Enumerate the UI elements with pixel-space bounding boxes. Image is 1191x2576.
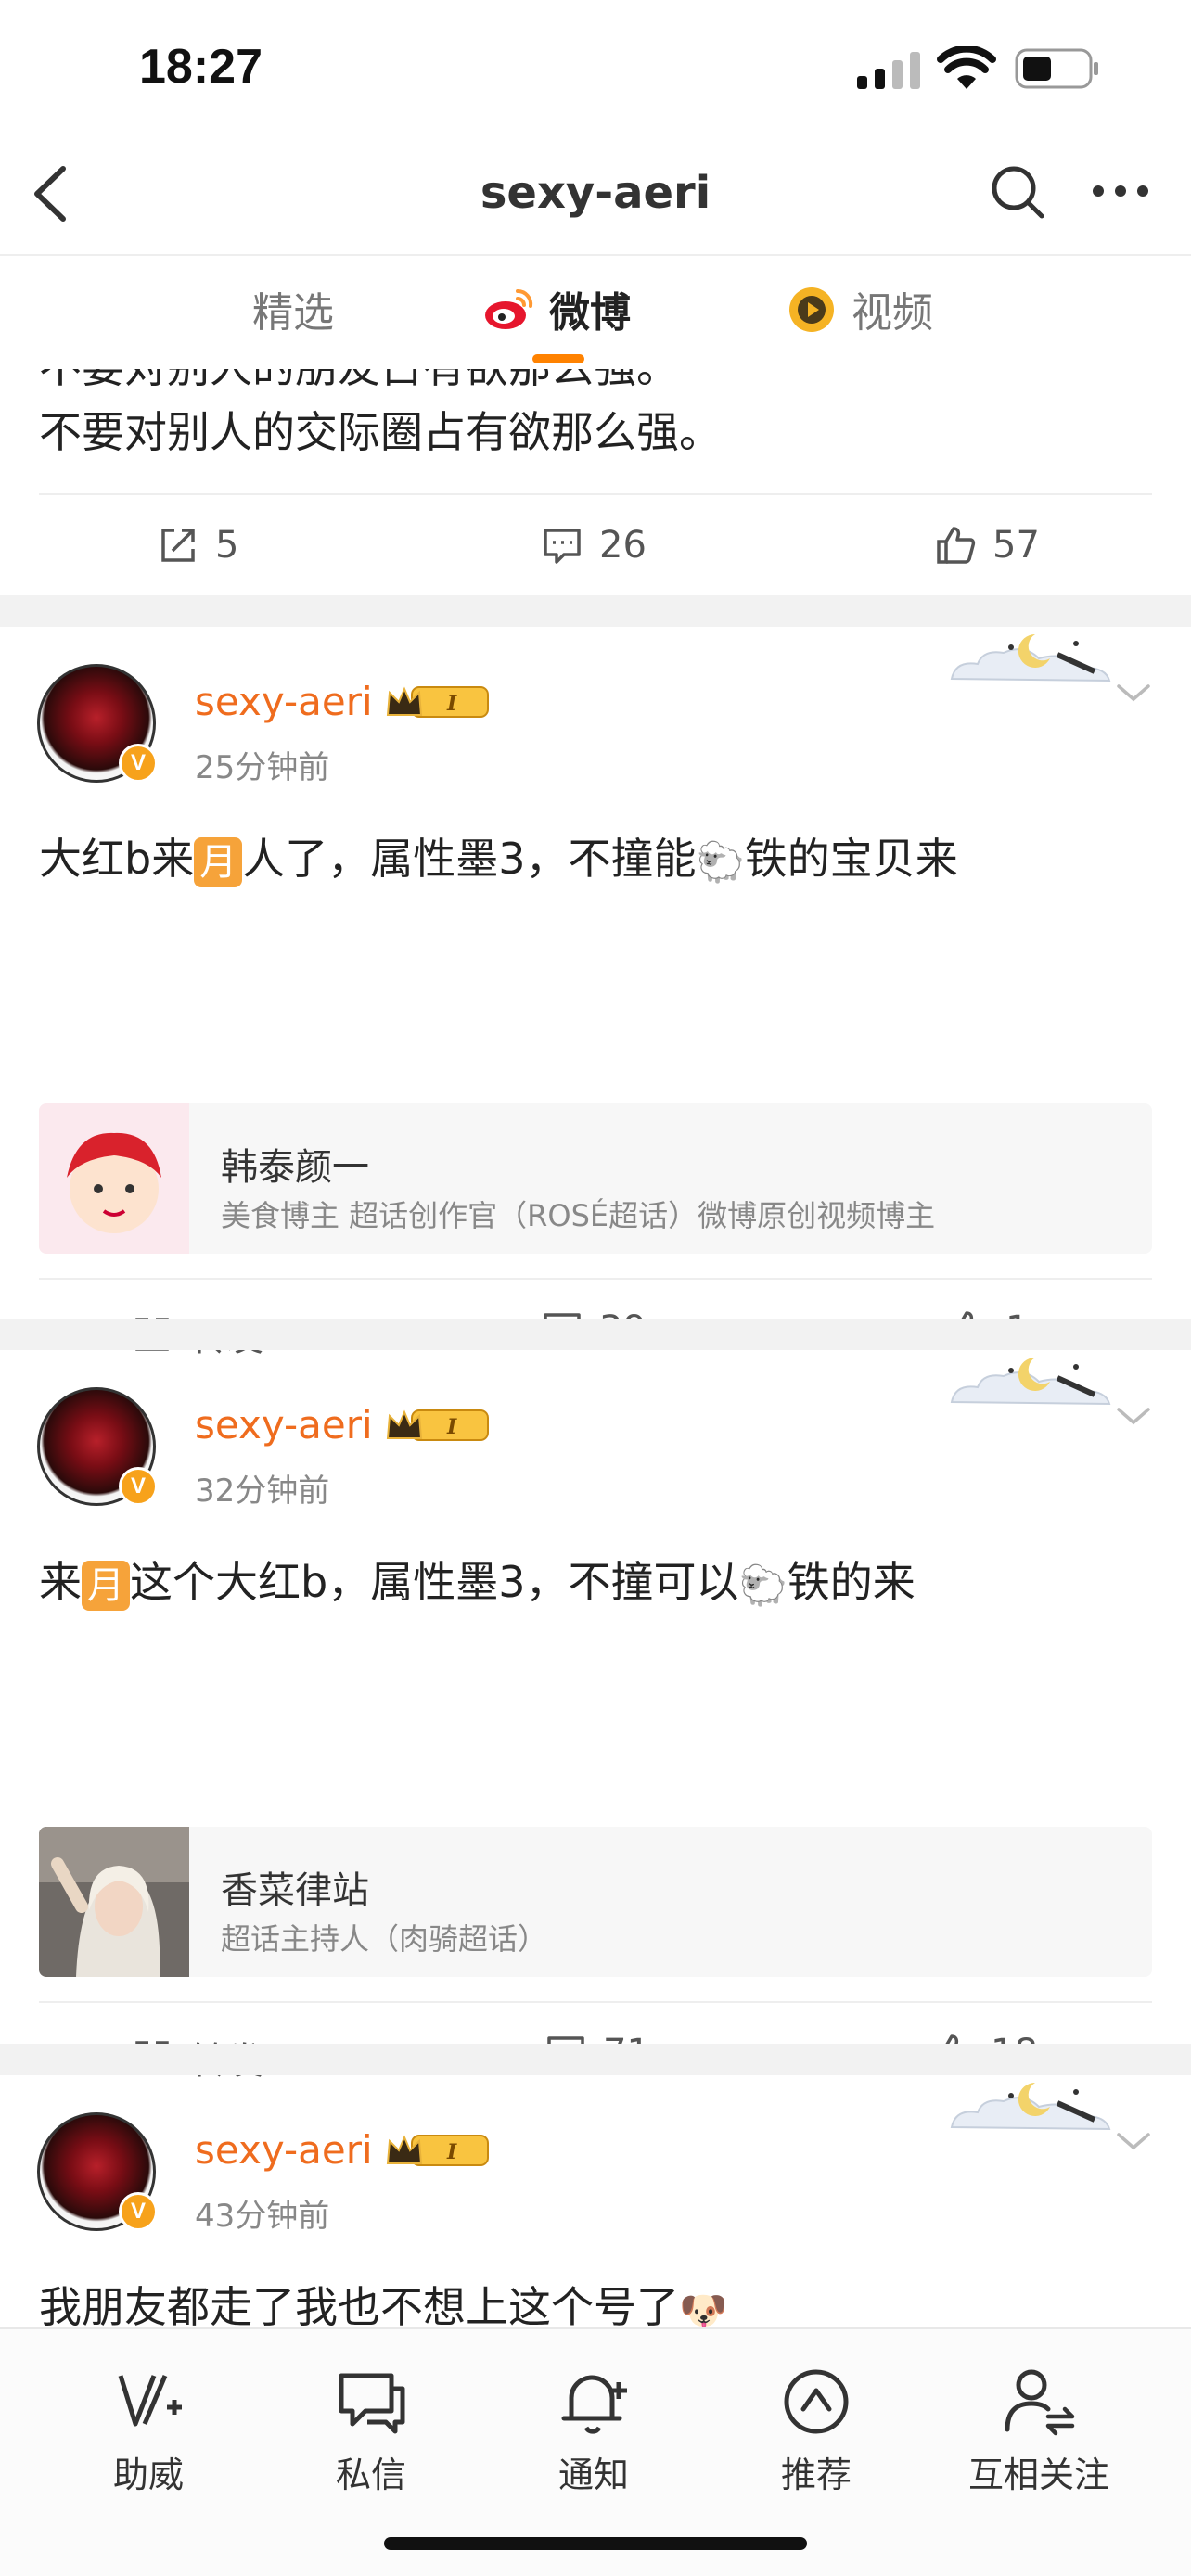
- post-text-cutoff: 不要对别人的朋友占有欲那么强。: [39, 369, 679, 395]
- author-name-row[interactable]: sexy-aeri I: [195, 2127, 492, 2173]
- tagged-user-card[interactable]: 韩泰颜一 美食博主 超话创作官（ROSÉ超话）微博原创视频博主: [39, 1103, 1152, 1254]
- sheep-emoji: 🐑: [696, 838, 745, 885]
- tab-featured[interactable]: 精选: [252, 276, 334, 341]
- moon-emoji: 月: [82, 1560, 130, 1611]
- member-crown-icon: I: [386, 685, 489, 718]
- message-icon: [339, 2373, 405, 2434]
- like-count: 57: [992, 524, 1040, 567]
- status-bar: 18:27: [0, 0, 1191, 139]
- tab-bar: 精选 微博 视频: [0, 254, 1191, 369]
- bottom-label: 通知: [557, 2455, 629, 2495]
- bottom-label: 助威: [112, 2455, 184, 2495]
- post-time: 32分钟前: [195, 1473, 330, 1510]
- video-icon: [789, 287, 834, 332]
- verified-badge: V: [119, 2192, 158, 2231]
- member-crown-icon: I: [386, 1409, 489, 1441]
- like-button[interactable]: 57: [933, 523, 1040, 567]
- member-crown-icon: I: [386, 2134, 489, 2166]
- avatar[interactable]: V: [37, 1387, 160, 1510]
- message-button[interactable]: 私信: [278, 2366, 464, 2497]
- repost-button[interactable]: 5: [156, 523, 238, 567]
- section-divider: [0, 595, 1191, 627]
- svg-text:I: I: [446, 2140, 457, 2164]
- weibo-post[interactable]: V sexy-aeri I 32分钟前 来月这个大红b，属性墨3，不撞可以🐑铁的…: [0, 1350, 1191, 2083]
- battery-icon: [1015, 48, 1098, 89]
- cheer-icon: [118, 2375, 182, 2427]
- notification-button[interactable]: 通知: [501, 2366, 686, 2497]
- post-time: 43分钟前: [195, 2198, 330, 2235]
- wifi-icon: [937, 46, 996, 89]
- verified-badge: V: [119, 744, 158, 783]
- svg-text:I: I: [446, 692, 457, 716]
- comment-icon: [544, 529, 581, 564]
- status-time: 18:27: [139, 40, 263, 94]
- section-divider: [0, 1319, 1191, 1350]
- dog-emoji: 🐶: [679, 2287, 728, 2328]
- post-actions: 5 26 57: [39, 493, 1152, 595]
- tagged-user-name: 香菜律站: [221, 1869, 369, 1912]
- bottom-label: 推荐: [780, 2455, 852, 2495]
- recommend-button[interactable]: 推荐: [724, 2366, 909, 2497]
- tab-video[interactable]: 视频: [785, 276, 933, 341]
- chevron-down-icon[interactable]: [1113, 1402, 1154, 1430]
- tagged-user-avatar: [39, 1827, 189, 1977]
- thumbs-up-icon: [937, 527, 976, 564]
- tagged-user-description: 美食博主 超话创作官（ROSÉ超话）微博原创视频博主: [221, 1198, 936, 1233]
- bottom-label: 互相关注: [967, 2455, 1109, 2495]
- tab-label: 视频: [852, 289, 933, 337]
- bell-icon: [561, 2375, 627, 2434]
- repost-count: 5: [215, 524, 239, 567]
- verified-badge: V: [119, 1467, 158, 1506]
- tagged-user-avatar: [39, 1103, 189, 1254]
- weibo-post[interactable]: V sexy-aeri I 43分钟前 我朋友都走了我也不想上这个号了🐶: [0, 2075, 1191, 2327]
- section-divider: [0, 2044, 1191, 2075]
- tagged-user-name: 韩泰颜一: [221, 1146, 369, 1189]
- author-name: sexy-aeri: [195, 679, 373, 724]
- bottom-label: 私信: [335, 2455, 406, 2495]
- tab-label: 精选: [252, 289, 334, 337]
- tab-weibo[interactable]: 微博: [482, 276, 631, 341]
- moon-emoji: 月: [194, 836, 243, 887]
- feed[interactable]: 不要对别人的朋友占有欲那么强。 不要对别人的交际圈占有欲那么强。 5 26 57…: [0, 369, 1191, 2327]
- search-icon[interactable]: [989, 163, 1046, 221]
- tab-label: 微博: [549, 289, 631, 337]
- author-name-row[interactable]: sexy-aeri I: [195, 679, 492, 724]
- sheep-emoji: 🐑: [738, 1562, 788, 1608]
- weibo-post[interactable]: V sexy-aeri I 25分钟前 大红b来月人了，属性墨3，不撞能🐑铁的宝…: [0, 627, 1191, 1359]
- weibo-logo-icon: [485, 288, 533, 329]
- comment-button[interactable]: 26: [540, 523, 647, 567]
- post-time: 25分钟前: [195, 749, 330, 786]
- nav-bar: sexy-aeri: [0, 139, 1191, 254]
- author-name: sexy-aeri: [195, 2127, 373, 2173]
- more-icon[interactable]: [1091, 176, 1150, 206]
- follow-icon: [1005, 2369, 1075, 2436]
- author-name: sexy-aeri: [195, 1402, 373, 1447]
- post-text: 不要对别人的交际圈占有欲那么强。: [39, 407, 722, 457]
- chevron-down-icon[interactable]: [1113, 679, 1154, 707]
- svg-text:I: I: [446, 1415, 457, 1439]
- cloud-moon-decoration: [950, 2082, 1111, 2131]
- cellular-signal-icon: [857, 52, 920, 89]
- post-text: 来月这个大红b，属性墨3，不撞可以🐑铁的来: [39, 1549, 916, 1611]
- post-text: 大红b来月人了，属性墨3，不撞能🐑铁的宝贝来: [39, 825, 958, 887]
- avatar[interactable]: V: [37, 664, 160, 786]
- comment-count: 26: [599, 524, 647, 567]
- tagged-user-description: 超话主持人（肉骑超话）: [221, 1921, 548, 1957]
- mutual-follow-button[interactable]: 互相关注: [946, 2366, 1132, 2497]
- avatar[interactable]: V: [37, 2112, 160, 2235]
- post-text: 我朋友都走了我也不想上这个号了🐶: [39, 2274, 727, 2327]
- cloud-moon-decoration: [950, 1357, 1111, 1406]
- home-indicator[interactable]: [384, 2537, 807, 2550]
- cloud-moon-decoration: [950, 633, 1111, 682]
- compass-icon: [784, 2369, 849, 2434]
- active-tab-indicator: [532, 354, 584, 363]
- chevron-down-icon[interactable]: [1113, 2127, 1154, 2155]
- cheer-button[interactable]: 助威: [56, 2366, 241, 2497]
- repost-icon: [161, 529, 195, 562]
- author-name-row[interactable]: sexy-aeri I: [195, 1402, 492, 1447]
- tagged-user-card[interactable]: 香菜律站 超话主持人（肉骑超话）: [39, 1827, 1152, 1977]
